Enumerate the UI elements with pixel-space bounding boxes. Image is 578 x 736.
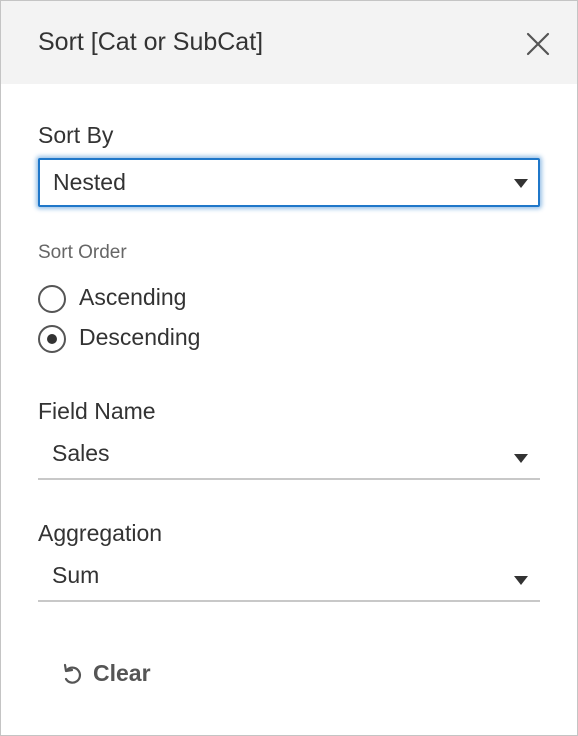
radio-label-ascending: Ascending: [79, 284, 187, 310]
sort-order-label: Sort Order: [38, 242, 127, 263]
aggregation-value: Sum: [52, 562, 100, 588]
aggregation-select[interactable]: Sum: [38, 554, 540, 602]
field-name-label: Field Name: [38, 398, 156, 424]
radio-button-ascending[interactable]: [38, 285, 66, 313]
radio-selected-dot: [47, 334, 57, 344]
sort-by-label: Sort By: [38, 122, 114, 148]
radio-button-descending[interactable]: [38, 325, 66, 353]
close-icon[interactable]: [525, 31, 551, 57]
dialog-title: Sort [Cat or SubCat]: [38, 28, 264, 56]
chevron-down-icon: [514, 454, 528, 463]
chevron-down-icon: [514, 179, 528, 188]
chevron-down-icon: [514, 576, 528, 585]
dialog-header: Sort [Cat or SubCat]: [1, 1, 577, 84]
field-name-select[interactable]: Sales: [38, 432, 540, 480]
sort-by-value: Nested: [53, 169, 126, 195]
undo-icon: [63, 663, 82, 684]
clear-label: Clear: [93, 660, 151, 686]
sort-dialog: Sort [Cat or SubCat] Sort By Nested Sort…: [0, 0, 578, 736]
field-name-value: Sales: [52, 440, 110, 466]
aggregation-label: Aggregation: [38, 520, 163, 546]
sort-by-select[interactable]: Nested: [38, 158, 540, 207]
radio-label-descending: Descending: [79, 324, 201, 350]
